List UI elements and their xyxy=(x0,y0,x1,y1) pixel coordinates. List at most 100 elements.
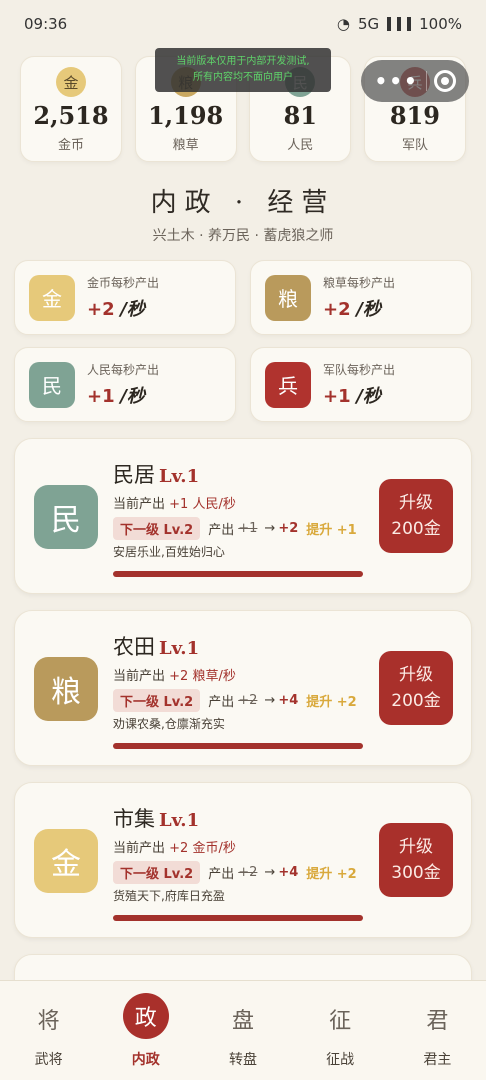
grain-icon: 粮 xyxy=(34,657,98,721)
resource-value: 1,198 xyxy=(148,101,224,130)
nav-item-campaign[interactable]: 征 征战 xyxy=(292,981,389,1080)
building-name-text: 民居 xyxy=(113,463,155,487)
next-output-old: +2 xyxy=(238,693,258,708)
rate-unit: /秒 xyxy=(356,386,381,407)
building-description: 安居乐业,百姓始归心 xyxy=(113,545,225,559)
nav-label: 君主 xyxy=(423,1052,452,1068)
generals-icon: 将 xyxy=(37,1009,60,1034)
current-output-value: +2 金币/秒 xyxy=(169,841,236,856)
nav-item-domestic[interactable]: 政 内政 xyxy=(97,981,194,1080)
building-card-housing: 民 民居 Lv.1 当前产出 +1 人民/秒 下一级 Lv.2 产出 +1 → +… xyxy=(14,438,472,594)
building-progress-bar xyxy=(113,743,363,749)
building-next-level: 下一级 Lv.2 产出 +1 → +2 提升 +1 xyxy=(113,517,357,540)
upgrade-button-cost: 300金 xyxy=(391,863,441,883)
rate-label: 人民每秒产出 xyxy=(87,363,160,377)
next-output-old: +2 xyxy=(238,865,258,880)
signal-icon xyxy=(387,17,412,31)
rate-value: +1 xyxy=(87,386,115,407)
next-output-label: 产出 xyxy=(208,695,235,710)
building-level: Lv.1 xyxy=(159,466,200,487)
arrow-right-icon: → xyxy=(264,693,276,708)
rate-unit: /秒 xyxy=(356,299,381,320)
building-current-output: 当前产出 +2 金币/秒 xyxy=(113,837,236,856)
lord-icon: 君 xyxy=(426,1009,449,1034)
network-type: 5G xyxy=(357,15,380,33)
dev-notice-toast: 当前版本仅用于内部开发测试, 所有内容均不面向用户 xyxy=(155,48,331,92)
rate-card-gold: 金 金币每秒产出 +2 /秒 xyxy=(14,260,236,335)
rate-card-army: 兵 军队每秒产出 +1 /秒 xyxy=(250,347,472,422)
building-name: 市集 Lv.1 xyxy=(113,803,199,833)
arrow-right-icon: → xyxy=(264,521,276,536)
resource-value: 81 xyxy=(283,101,318,130)
nav-item-generals[interactable]: 将 武将 xyxy=(0,981,97,1080)
rate-label: 军队每秒产出 xyxy=(323,363,396,377)
capsule-divider xyxy=(425,71,427,91)
next-output-label: 产出 xyxy=(208,867,235,882)
bottom-nav: 将 武将 政 内政 盘 转盘 征 征战 君 君主 xyxy=(0,980,486,1080)
next-output-new: +2 xyxy=(278,521,299,536)
rate-unit: /秒 xyxy=(120,386,145,407)
people-icon: 民 xyxy=(34,485,98,549)
dev-notice-line2: 所有内容均不面向用户 xyxy=(193,72,293,83)
rate-label: 粮草每秒产出 xyxy=(323,276,396,290)
current-output-label: 当前产出 xyxy=(113,669,166,684)
building-next-level: 下一级 Lv.2 产出 +2 → +4 提升 +2 xyxy=(113,689,357,712)
building-name: 农田 Lv.1 xyxy=(113,631,199,661)
rate-value: +1 xyxy=(323,386,351,407)
more-icon[interactable]: ••• xyxy=(374,69,418,93)
miniprogram-capsule: ••• xyxy=(361,60,469,102)
next-level-tag: 下一级 Lv.2 xyxy=(113,861,201,884)
building-next-level: 下一级 Lv.2 产出 +2 → +4 提升 +2 xyxy=(113,861,357,884)
upgrade-button[interactable]: 升级 200金 xyxy=(379,651,453,725)
rate-card-people: 民 人民每秒产出 +1 /秒 xyxy=(14,347,236,422)
upgrade-button-cost: 200金 xyxy=(391,691,441,711)
building-description: 劝课农桑,仓廪渐充实 xyxy=(113,717,225,731)
battery-level: 100% xyxy=(419,15,462,33)
current-output-value: +1 人民/秒 xyxy=(169,497,236,512)
building-card-market: 金 市集 Lv.1 当前产出 +2 金币/秒 下一级 Lv.2 产出 +2 → +… xyxy=(14,782,472,938)
wheel-icon: 盘 xyxy=(231,1009,254,1034)
building-name-text: 市集 xyxy=(113,807,155,831)
upgrade-button-label: 升级 xyxy=(399,837,433,857)
domestic-icon: 政 xyxy=(122,993,169,1039)
next-output-new: +4 xyxy=(278,693,299,708)
dev-notice-line1: 当前版本仅用于内部开发测试, xyxy=(176,56,310,67)
next-output-new: +4 xyxy=(278,865,299,880)
upgrade-button[interactable]: 升级 200金 xyxy=(379,479,453,553)
grain-icon: 粮 xyxy=(265,274,311,321)
current-output-value: +2 粮草/秒 xyxy=(169,669,236,684)
nav-label: 征战 xyxy=(326,1052,355,1068)
status-time: 09:36 xyxy=(24,15,68,33)
production-rates: 金 金币每秒产出 +2 /秒 粮 粮草每秒产出 +2 /秒 民 人民每秒产出 +… xyxy=(14,260,472,422)
resource-value: 819 xyxy=(389,101,441,130)
status-right: ◔ 5G 100% xyxy=(337,15,462,33)
upgrade-button-label: 升级 xyxy=(399,665,433,685)
resource-label: 金币 xyxy=(57,138,84,153)
building-level: Lv.1 xyxy=(159,638,200,659)
nav-item-wheel[interactable]: 盘 转盘 xyxy=(194,981,291,1080)
upgrade-button-label: 升级 xyxy=(399,493,433,513)
next-output-old: +1 xyxy=(238,521,258,536)
building-description: 货殖天下,府库日充盈 xyxy=(113,889,225,903)
resource-label: 人民 xyxy=(287,138,314,153)
upgrade-button-cost: 200金 xyxy=(391,519,441,539)
status-bar: 09:36 ◔ 5G 100% xyxy=(0,0,486,48)
resource-card-gold: 金 2,518 金币 xyxy=(20,56,122,162)
upgrade-button[interactable]: 升级 300金 xyxy=(379,823,453,897)
rate-unit: /秒 xyxy=(120,299,145,320)
building-name: 民居 Lv.1 xyxy=(113,459,199,489)
rate-value: +2 xyxy=(87,299,115,320)
rate-value: +2 xyxy=(323,299,351,320)
nav-item-lord[interactable]: 君 君主 xyxy=(389,981,486,1080)
current-output-label: 当前产出 xyxy=(113,841,166,856)
data-saver-icon: ◔ xyxy=(336,15,350,33)
rate-label: 金币每秒产出 xyxy=(87,276,160,290)
next-output-boost: 提升 +2 xyxy=(306,695,357,710)
building-progress-bar xyxy=(113,571,363,577)
army-icon: 兵 xyxy=(265,361,311,408)
building-card-farm: 粮 农田 Lv.1 当前产出 +2 粮草/秒 下一级 Lv.2 产出 +2 → +… xyxy=(14,610,472,766)
arrow-right-icon: → xyxy=(264,865,276,880)
close-target-icon[interactable] xyxy=(433,70,456,92)
building-current-output: 当前产出 +2 粮草/秒 xyxy=(113,665,236,684)
nav-label: 武将 xyxy=(34,1052,63,1068)
